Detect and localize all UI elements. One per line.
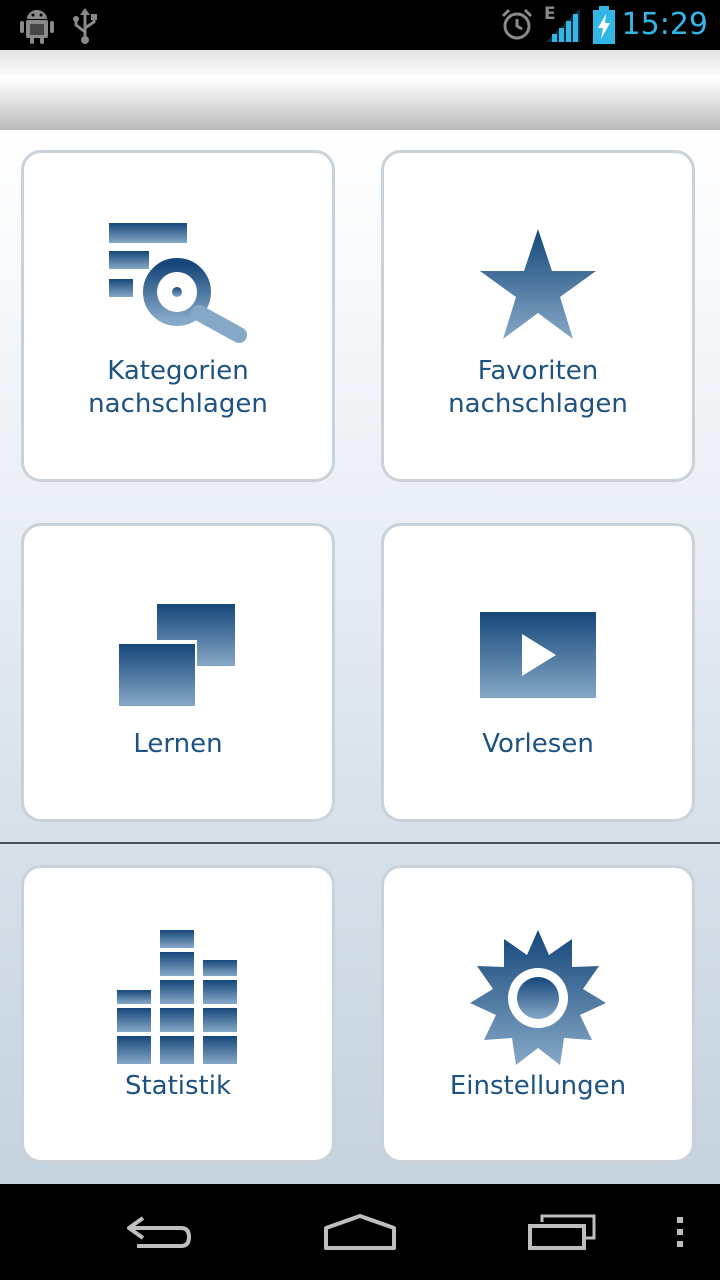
play-icon — [480, 612, 596, 698]
tile-vorlesen[interactable]: Vorlesen — [381, 523, 695, 822]
tile-label-line2: nachschlagen — [88, 389, 268, 419]
bar-chart-icon — [117, 930, 237, 1064]
action-bar — [0, 50, 720, 130]
back-button[interactable] — [100, 1184, 220, 1280]
home-icon — [324, 1214, 396, 1250]
tile-label: Statistik — [124, 1071, 232, 1101]
back-icon — [127, 1216, 192, 1248]
status-bar: E 15:29 — [0, 0, 720, 50]
tile-label: Kategorien nachschlagen — [24, 355, 332, 421]
tile-lernen[interactable]: Lernen — [21, 523, 335, 822]
tile-label-line1: Kategorien — [107, 356, 249, 386]
usb-icon — [73, 8, 97, 44]
home-button[interactable] — [300, 1184, 420, 1280]
signal-icon — [546, 8, 580, 42]
navigation-bar — [0, 1184, 720, 1280]
recents-icon — [528, 1214, 596, 1250]
category-search-icon — [109, 223, 247, 343]
overflow-menu-icon — [677, 1217, 683, 1247]
tile-label: Einstellungen — [449, 1071, 627, 1101]
tile-label-line2: nachschlagen — [448, 389, 628, 419]
dashboard-content: Kategorien nachschlagen Favoriten nachsc… — [0, 130, 720, 1184]
star-icon — [480, 229, 596, 339]
tile-label: Lernen — [133, 729, 223, 759]
alarm-icon — [501, 8, 533, 40]
overflow-menu-button[interactable] — [660, 1184, 700, 1280]
tile-einstellungen[interactable]: Einstellungen — [381, 865, 695, 1163]
tile-label: Favoriten nachschlagen — [384, 355, 692, 421]
tile-label: Vorlesen — [482, 729, 594, 759]
battery-icon — [593, 6, 615, 44]
screen: E 15:29 Kategorien nachschlagen Favorite… — [0, 0, 720, 1280]
tile-label-line1: Favoriten — [477, 356, 599, 386]
cards-icon — [119, 604, 235, 706]
tile-statistik[interactable]: Statistik — [21, 865, 335, 1163]
section-divider — [0, 842, 720, 844]
clock-time: 15:29 — [621, 7, 708, 42]
tile-favoriten-nachschlagen[interactable]: Favoriten nachschlagen — [381, 150, 695, 482]
android-debug-icon — [20, 10, 54, 44]
gear-icon — [470, 930, 606, 1065]
recents-button[interactable] — [502, 1184, 622, 1280]
tile-kategorien-nachschlagen[interactable]: Kategorien nachschlagen — [21, 150, 335, 482]
